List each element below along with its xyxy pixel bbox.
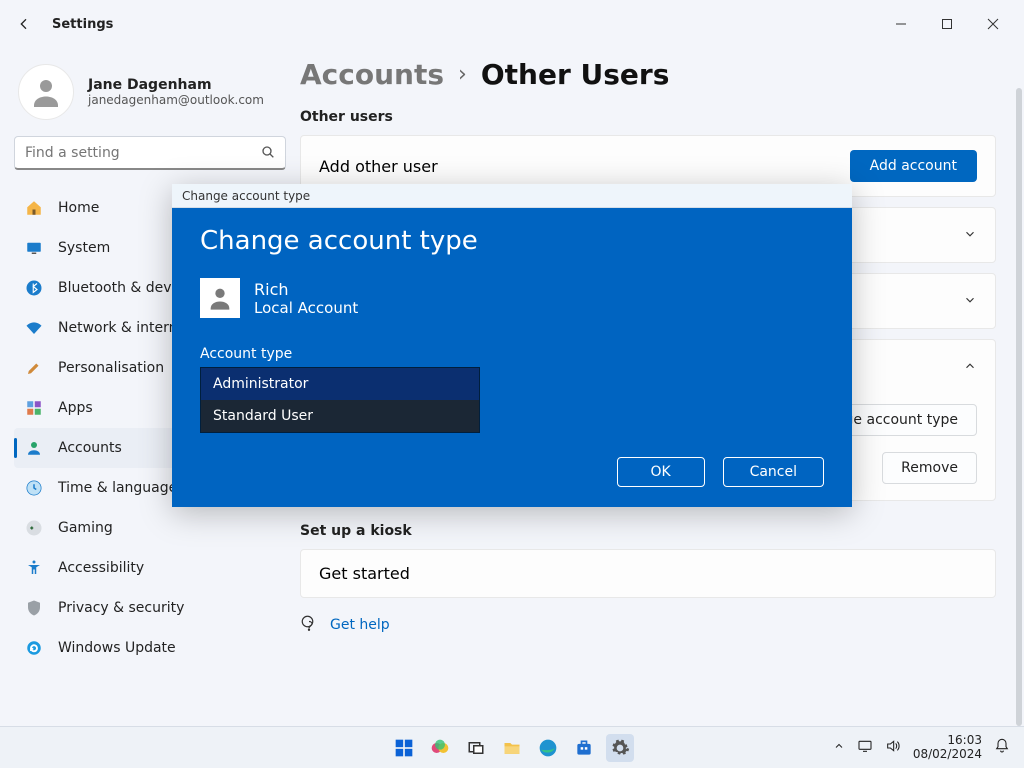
dialog-account-row: Rich Local Account bbox=[200, 278, 824, 318]
taskbar-app-store[interactable] bbox=[570, 734, 598, 762]
get-started-label: Get started bbox=[319, 564, 410, 583]
clock-icon bbox=[24, 478, 44, 498]
kiosk-panel[interactable]: Get started bbox=[300, 549, 996, 598]
sidebar-item-update[interactable]: Windows Update bbox=[14, 628, 286, 668]
taskbar-app-edge[interactable] bbox=[534, 734, 562, 762]
start-button[interactable] bbox=[390, 734, 418, 762]
home-icon bbox=[24, 198, 44, 218]
page-title: Other Users bbox=[481, 58, 670, 91]
avatar bbox=[18, 64, 74, 120]
change-account-type-dialog: Change account type Change account type … bbox=[172, 184, 852, 507]
account-type-label: Account type bbox=[200, 346, 824, 362]
apps-icon bbox=[24, 398, 44, 418]
notifications-icon[interactable] bbox=[994, 738, 1010, 757]
search-icon bbox=[260, 144, 276, 164]
clock-time: 16:03 bbox=[913, 734, 982, 748]
titlebar: Settings bbox=[0, 0, 1024, 48]
close-button[interactable] bbox=[970, 8, 1016, 40]
volume-icon[interactable] bbox=[885, 738, 901, 757]
network-icon[interactable] bbox=[857, 738, 873, 757]
window-title: Settings bbox=[52, 17, 113, 32]
shield-icon bbox=[24, 598, 44, 618]
dialog-account-name: Rich bbox=[254, 280, 358, 299]
breadcrumb: Accounts › Other Users bbox=[300, 58, 996, 91]
sidebar-item-label: Home bbox=[58, 200, 99, 216]
sidebar-item-label: Personalisation bbox=[58, 360, 164, 376]
cancel-button[interactable]: Cancel bbox=[723, 457, 824, 487]
sidebar-item-gaming[interactable]: Gaming bbox=[14, 508, 286, 548]
taskbar-app-explorer[interactable] bbox=[498, 734, 526, 762]
sidebar-item-accessibility[interactable]: Accessibility bbox=[14, 548, 286, 588]
dialog-titlebar: Change account type bbox=[172, 184, 852, 208]
sidebar-item-label: Privacy & security bbox=[58, 600, 184, 616]
help-icon bbox=[300, 614, 318, 636]
gaming-icon bbox=[24, 518, 44, 538]
maximize-button[interactable] bbox=[924, 8, 970, 40]
minimize-button[interactable] bbox=[878, 8, 924, 40]
chevron-down-icon bbox=[963, 226, 977, 245]
account-type-dropdown[interactable]: Administrator Standard User bbox=[200, 367, 480, 433]
search-input[interactable] bbox=[14, 136, 286, 170]
sidebar-item-label: Accounts bbox=[58, 440, 122, 456]
dropdown-option-standard[interactable]: Standard User bbox=[201, 400, 479, 432]
taskbar-clock[interactable]: 16:03 08/02/2024 bbox=[913, 734, 982, 762]
dropdown-option-administrator[interactable]: Administrator bbox=[201, 368, 479, 400]
sidebar-item-label: System bbox=[58, 240, 110, 256]
dialog-heading: Change account type bbox=[200, 226, 824, 256]
breadcrumb-parent[interactable]: Accounts bbox=[300, 58, 444, 91]
tray-overflow-icon[interactable] bbox=[833, 740, 845, 755]
window-controls bbox=[878, 8, 1016, 40]
section-kiosk-heading: Set up a kiosk bbox=[300, 523, 996, 539]
clock-date: 08/02/2024 bbox=[913, 748, 982, 762]
add-other-user-label: Add other user bbox=[319, 157, 438, 176]
user-email: janedagenham@outlook.com bbox=[88, 93, 264, 107]
ok-button[interactable]: OK bbox=[617, 457, 705, 487]
bluetooth-icon bbox=[24, 278, 44, 298]
taskbar-app-settings[interactable] bbox=[606, 734, 634, 762]
chevron-right-icon: › bbox=[458, 62, 467, 87]
brush-icon bbox=[24, 358, 44, 378]
system-tray: 16:03 08/02/2024 bbox=[833, 734, 1024, 762]
sidebar-item-label: Gaming bbox=[58, 520, 113, 536]
scrollbar[interactable] bbox=[1016, 88, 1022, 726]
sidebar-item-label: Accessibility bbox=[58, 560, 144, 576]
get-help-link[interactable]: Get help bbox=[330, 617, 390, 633]
sidebar-item-label: Windows Update bbox=[58, 640, 176, 656]
update-icon bbox=[24, 638, 44, 658]
taskbar-app-taskview[interactable] bbox=[462, 734, 490, 762]
sidebar-item-privacy[interactable]: Privacy & security bbox=[14, 588, 286, 628]
sidebar-item-label: Time & language bbox=[58, 480, 177, 496]
taskbar: 16:03 08/02/2024 bbox=[0, 726, 1024, 768]
settings-window: Settings Jane Dagenham janedagenham@outl… bbox=[0, 0, 1024, 768]
section-other-users-heading: Other users bbox=[300, 109, 996, 125]
add-account-button[interactable]: Add account bbox=[850, 150, 977, 182]
back-button[interactable] bbox=[8, 8, 40, 40]
get-help-row[interactable]: Get help bbox=[300, 614, 996, 636]
dialog-account-kind: Local Account bbox=[254, 299, 358, 317]
taskbar-center bbox=[390, 734, 634, 762]
chevron-up-icon bbox=[963, 358, 977, 377]
accounts-icon bbox=[24, 438, 44, 458]
accessibility-icon bbox=[24, 558, 44, 578]
sidebar-item-label: Apps bbox=[58, 400, 93, 416]
taskbar-app-copilot[interactable] bbox=[426, 734, 454, 762]
chevron-down-icon bbox=[963, 292, 977, 311]
wifi-icon bbox=[24, 318, 44, 338]
avatar bbox=[200, 278, 240, 318]
user-name: Jane Dagenham bbox=[88, 77, 264, 93]
user-block[interactable]: Jane Dagenham janedagenham@outlook.com bbox=[14, 58, 286, 136]
system-icon bbox=[24, 238, 44, 258]
remove-button[interactable]: Remove bbox=[882, 452, 977, 484]
search-box[interactable] bbox=[14, 136, 286, 170]
